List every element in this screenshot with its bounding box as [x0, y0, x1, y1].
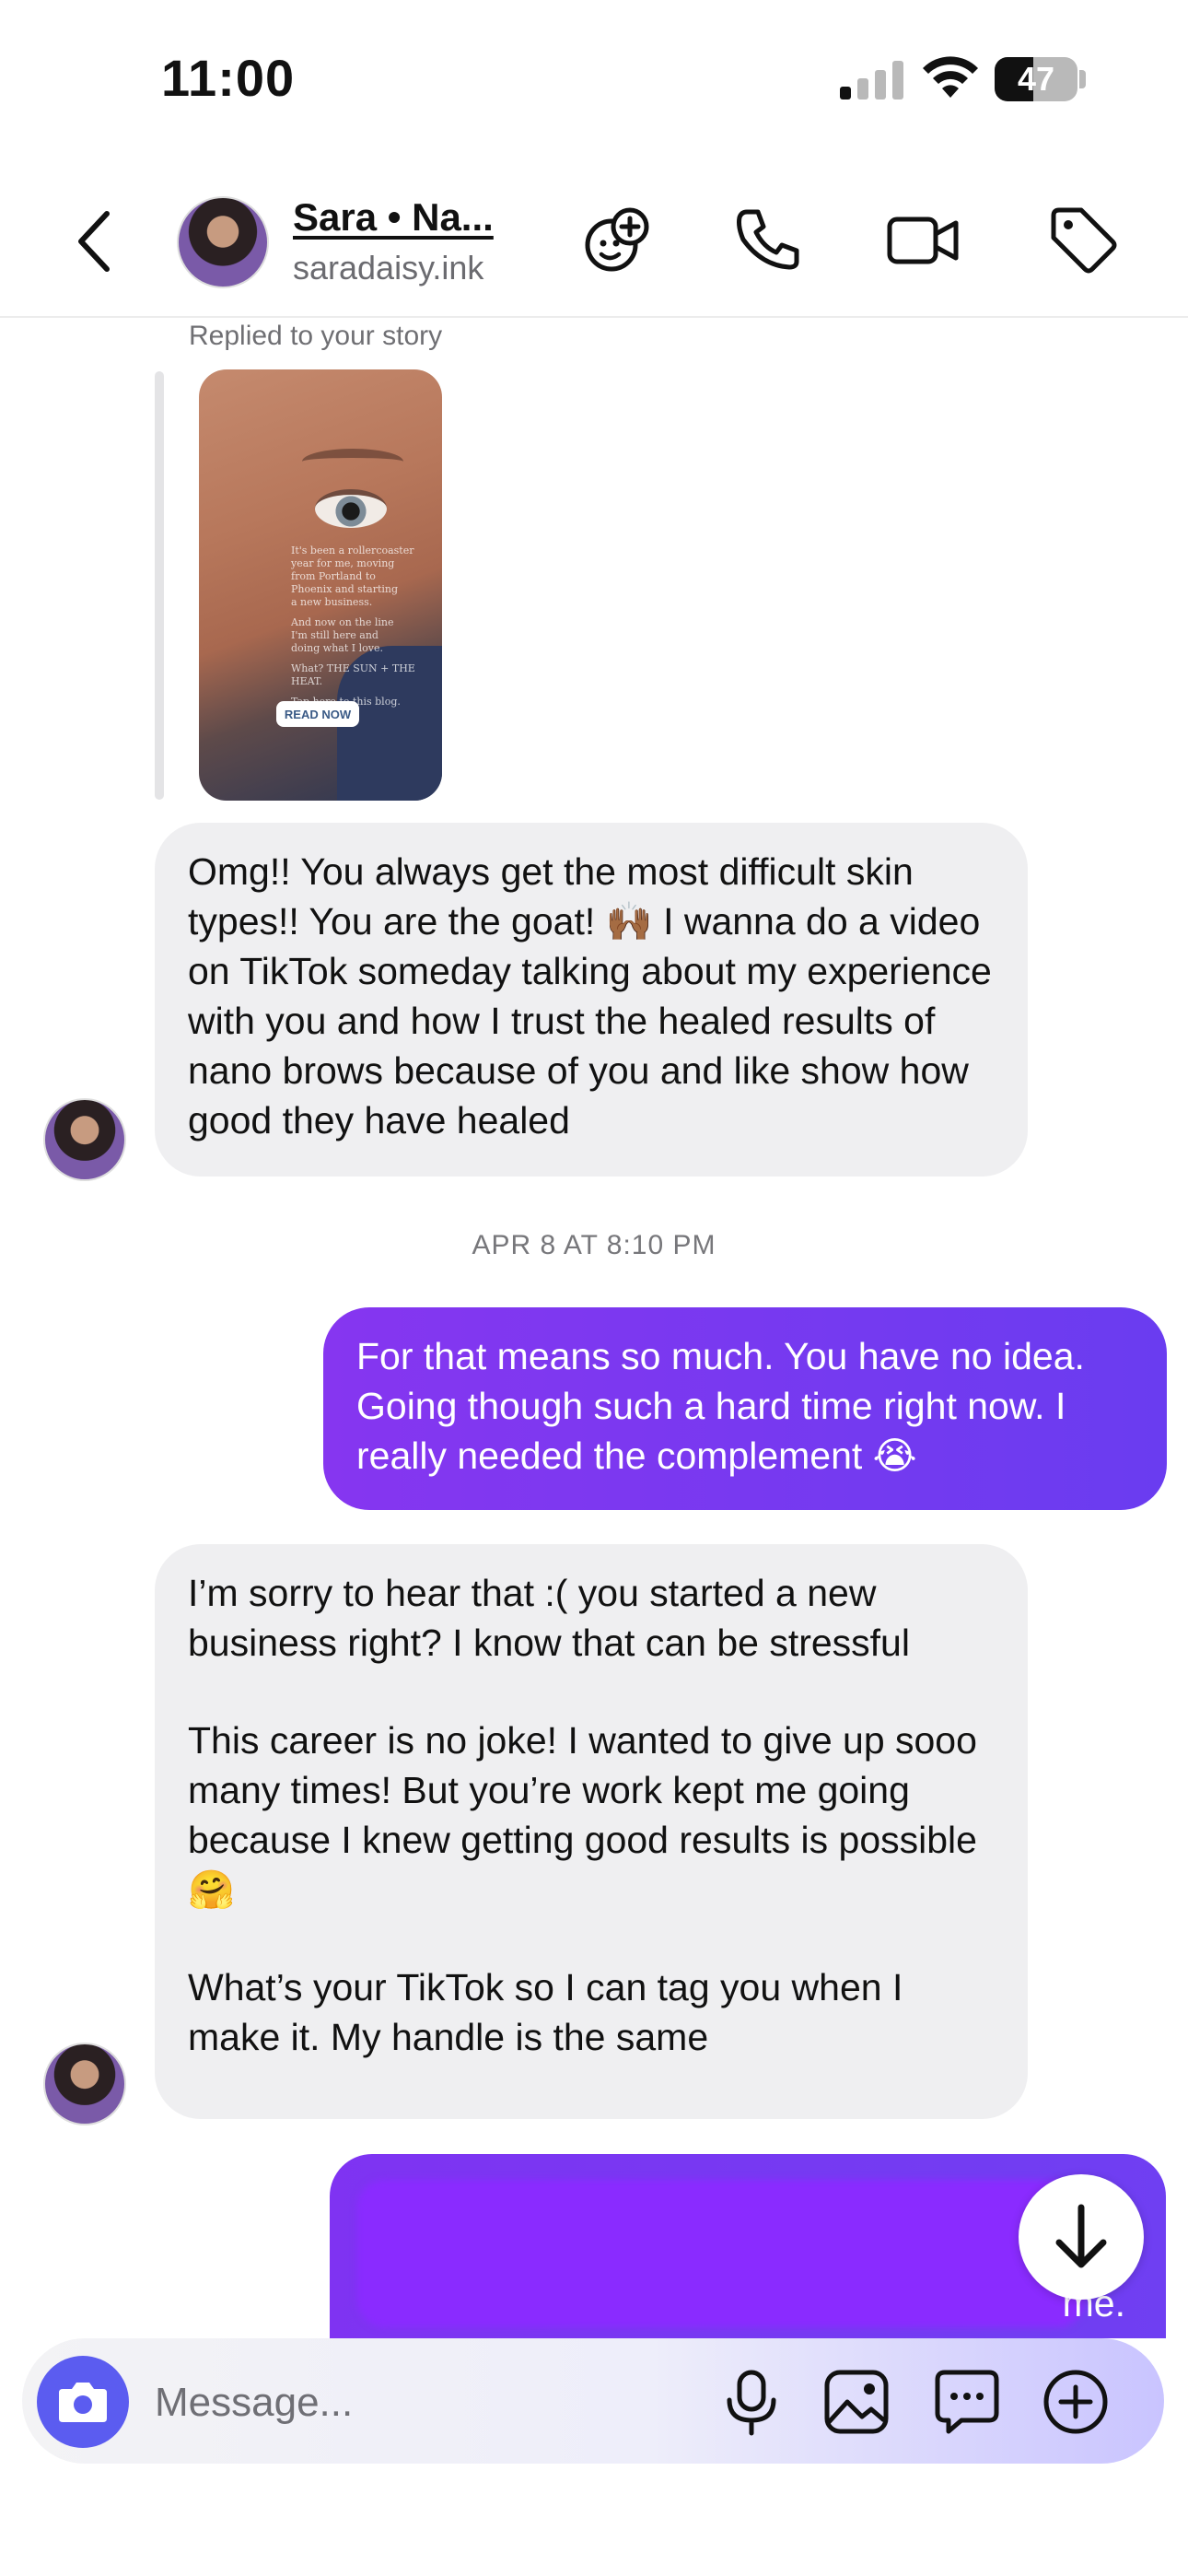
story-reply-caption: Replied to your story: [189, 321, 443, 351]
story-preview-image[interactable]: It's been a rollercoaster year for me, m…: [199, 369, 442, 801]
sticker-face-icon[interactable]: [580, 203, 654, 276]
battery-nub: [1079, 70, 1086, 88]
back-chevron-icon[interactable]: [70, 205, 125, 278]
story-line: What? THE SUN + THE HEAT.: [291, 662, 415, 687]
scroll-to-bottom-button[interactable]: [1019, 2174, 1144, 2300]
story-line: [291, 609, 429, 616]
redaction-overlay: [357, 2180, 1085, 2327]
battery-icon: 47: [995, 57, 1077, 101]
story-line: And now on the line: [291, 616, 394, 628]
arrow-down-icon: [1055, 2204, 1107, 2268]
sender-avatar[interactable]: [43, 1098, 126, 1181]
camera-button[interactable]: [37, 2356, 129, 2448]
header-divider: [0, 316, 1188, 318]
story-overlay-text: It's been a rollercoaster year for me, m…: [291, 544, 429, 721]
contact-avatar[interactable]: [177, 196, 269, 288]
gallery-icon[interactable]: [820, 2365, 893, 2439]
read-now-pill: READ NOW: [276, 701, 359, 727]
status-time: 11:00: [161, 49, 296, 107]
contact-handle[interactable]: saradaisy.ink: [293, 249, 483, 287]
story-line: It's been a rollercoaster: [291, 544, 414, 556]
camera-icon: [59, 2383, 107, 2422]
message-paragraph: This career is no joke! I wanted to give…: [188, 1719, 977, 1911]
signal-icon: [840, 61, 903, 100]
story-line: a new business.: [291, 596, 373, 608]
story-line: doing what I love.: [291, 642, 383, 654]
story-line: year for me, moving: [291, 557, 395, 569]
outgoing-message[interactable]: For that means so much. You have no idea…: [323, 1307, 1167, 1510]
wifi-icon: [923, 56, 978, 98]
story-brow: [302, 449, 403, 474]
incoming-message[interactable]: Omg!! You always get the most difficult …: [155, 823, 1028, 1177]
story-line: I'm still here and: [291, 629, 379, 641]
video-camera-icon[interactable]: [886, 203, 960, 276]
contact-name[interactable]: Sara • Na...: [293, 195, 494, 240]
message-timestamp: APR 8 AT 8:10 PM: [472, 1230, 716, 1260]
battery-percent: 47: [1017, 60, 1055, 98]
microphone-icon[interactable]: [715, 2365, 788, 2439]
add-icon[interactable]: [1039, 2365, 1112, 2439]
tag-icon[interactable]: [1046, 203, 1120, 276]
story-line: [291, 655, 429, 662]
sticker-chat-icon[interactable]: [930, 2365, 1004, 2439]
message-text: Omg!! You always get the most difficult …: [188, 850, 992, 1142]
story-line: from Portland to: [291, 570, 376, 582]
story-eye: [315, 489, 387, 528]
story-line: [291, 688, 429, 696]
message-input[interactable]: [153, 2368, 691, 2438]
message-paragraph: I’m sorry to hear that :( you started a …: [188, 1572, 910, 1664]
message-paragraph: What’s your TikTok so I can tag you when…: [188, 1966, 903, 2058]
message-text: For that means so much. You have no idea…: [356, 1335, 1085, 1477]
story-line: Phoenix and starting: [291, 583, 399, 595]
phone-icon[interactable]: [730, 203, 804, 276]
sender-avatar[interactable]: [43, 2043, 126, 2125]
incoming-message[interactable]: I’m sorry to hear that :( you started a …: [155, 1544, 1028, 2119]
story-reply-bar: [155, 371, 164, 800]
